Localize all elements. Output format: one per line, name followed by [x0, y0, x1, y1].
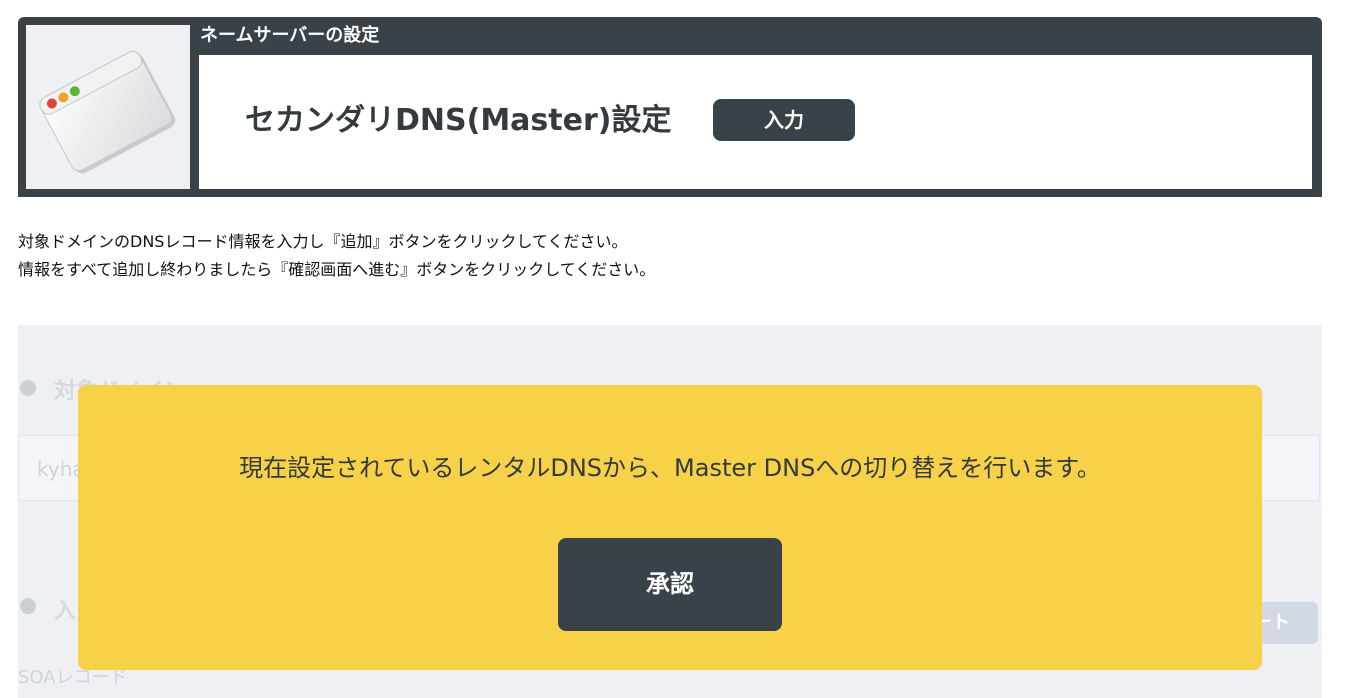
- approve-button[interactable]: 承認: [558, 538, 782, 631]
- section-bullet-icon: [20, 380, 36, 396]
- section-bullet-icon: [20, 598, 36, 614]
- header-content: セカンダリDNS(Master)設定 入力: [199, 55, 1312, 189]
- browser-window-icon: [26, 25, 190, 189]
- header-panel: ネームサーバーの設定 セカンダリDNS(Master)設定 入力: [18, 17, 1322, 197]
- page-title: セカンダリDNS(Master)設定: [245, 103, 672, 138]
- confirmation-modal: 現在設定されているレンタルDNSから、Master DNSへの切り替えを行います…: [78, 385, 1262, 670]
- instruction-line-1: 対象ドメインのDNSレコード情報を入力し『追加』ボタンをクリックしてください。: [18, 232, 628, 251]
- section-title: ネームサーバーの設定: [200, 25, 380, 46]
- modal-message: 現在設定されているレンタルDNSから、Master DNSへの切り替えを行います…: [239, 454, 1101, 482]
- mode-badge: 入力: [713, 99, 855, 141]
- instructions: 対象ドメインのDNSレコード情報を入力し『追加』ボタンをクリックしてください。 …: [18, 228, 655, 284]
- input-section-label: 入: [54, 599, 77, 624]
- instruction-line-2: 情報をすべて追加し終わりましたら『確認画面へ進む』ボタンをクリックしてください。: [18, 260, 656, 279]
